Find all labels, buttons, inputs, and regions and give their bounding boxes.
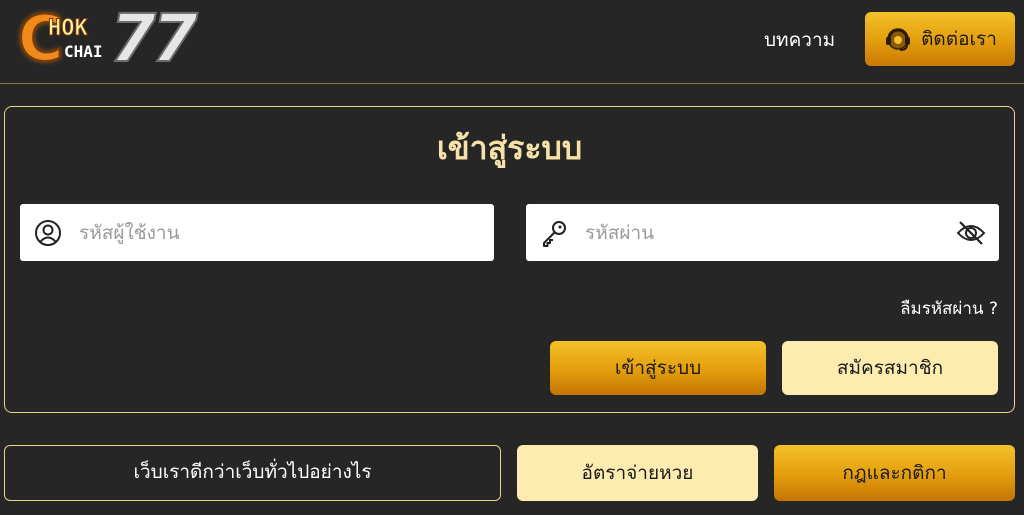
logo-number: 77 xyxy=(109,0,199,77)
site-header: C HOK CHAI 77 บทความ ติดต่อเรา xyxy=(0,0,1024,84)
password-input[interactable] xyxy=(585,212,955,253)
nav-articles-link[interactable]: บทความ xyxy=(764,26,835,54)
lottery-rates-button[interactable]: อัตราจ่ายหวย xyxy=(517,445,758,501)
why-better-button[interactable]: เว็บเราดีกว่าเว็บทั่วไปอย่างไร xyxy=(4,445,501,501)
login-button[interactable]: เข้าสู่ระบบ xyxy=(550,341,766,395)
password-field[interactable] xyxy=(526,204,999,261)
rules-button[interactable]: กฎและกติกา xyxy=(774,445,1015,501)
contact-us-button[interactable]: ติดต่อเรา xyxy=(865,12,1015,66)
login-panel: เข้าสู่ระบบ ลืมรหัสผ xyxy=(4,106,1015,413)
logo-text-hok: HOK xyxy=(48,16,89,41)
contact-us-label: ติดต่อเรา xyxy=(921,28,997,50)
chokchai77-logo[interactable]: C HOK CHAI 77 xyxy=(17,0,200,77)
headset-icon xyxy=(883,24,913,54)
forgot-password-link[interactable]: ลืมรหัสผ่าน ? xyxy=(900,297,998,321)
username-field[interactable] xyxy=(20,204,494,261)
eye-off-icon[interactable] xyxy=(955,217,987,249)
login-title: เข้าสู่ระบบ xyxy=(436,129,583,167)
logo-text-chai: CHAI xyxy=(64,42,103,61)
user-circle-icon xyxy=(33,218,63,248)
username-input[interactable] xyxy=(79,212,494,253)
register-button[interactable]: สมัครสมาชิก xyxy=(782,341,998,395)
key-icon xyxy=(539,218,569,248)
